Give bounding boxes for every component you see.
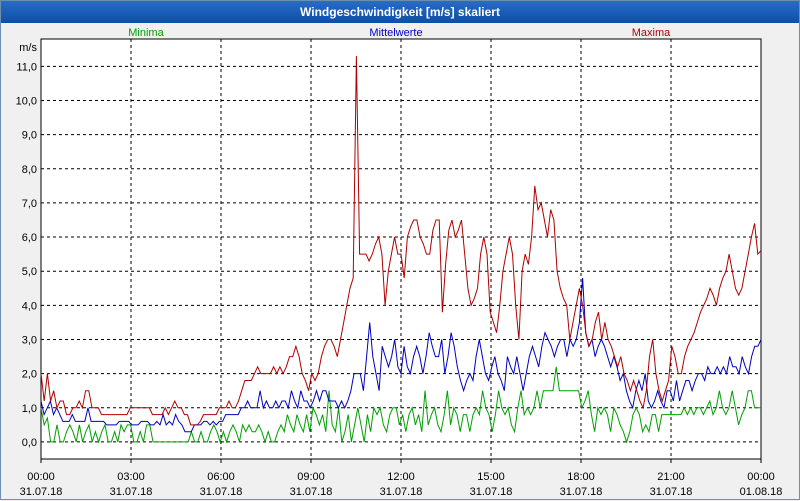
x-tick-date: 31.07.18 (380, 486, 423, 498)
x-tick-date: 31.07.18 (200, 486, 243, 498)
y-tick-label: 1,0 (22, 403, 37, 415)
y-tick-label: 10,0 (16, 95, 37, 107)
line-chart: 0,0 1,0 2,0 3,0 4,0 5,0 6,0 7,0 8,0 9,0 10,0 11,0 m/… (16, 27, 783, 498)
x-tick-date: 31.07.18 (110, 486, 153, 498)
y-unit-label: m/s (19, 42, 37, 54)
chart-window: Windgeschwindigkeit [m/s] skaliert 0,0 1,… (0, 0, 800, 500)
x-tick-time: 18:00 (567, 471, 595, 483)
x-tick-date: 31.07.18 (560, 486, 603, 498)
y-tick-label: 2,0 (22, 369, 37, 381)
y-tick-label: 3,0 (22, 334, 37, 346)
x-tick-date: 31.07.18 (20, 486, 63, 498)
legend-mittelwerte: Mittelwerte (369, 27, 422, 39)
x-tick-time: 15:00 (477, 471, 505, 483)
y-tick-label: 8,0 (22, 164, 37, 176)
y-tick-label: 7,0 (22, 198, 37, 210)
legend-minima: Minima (128, 27, 164, 39)
x-tick-time: 00:00 (27, 471, 55, 483)
y-tick-label: 0,0 (22, 437, 37, 449)
y-tick-label: 5,0 (22, 266, 37, 278)
x-tick-time: 00:00 (747, 471, 775, 483)
x-tick-time: 09:00 (297, 471, 325, 483)
x-tick-date: 31.07.18 (470, 486, 513, 498)
x-tick-time: 03:00 (117, 471, 145, 483)
x-tick-time: 06:00 (207, 471, 235, 483)
x-tick-date: 31.07.18 (650, 486, 693, 498)
y-tick-label: 6,0 (22, 232, 37, 244)
y-tick-label: 11,0 (16, 61, 37, 73)
x-tick-date: 31.07.18 (290, 486, 333, 498)
x-tick-date: 01.08.18 (740, 486, 783, 498)
y-tick-label: 4,0 (22, 300, 37, 312)
x-tick-time: 21:00 (657, 471, 685, 483)
y-tick-label: 9,0 (22, 130, 37, 142)
x-tick-time: 12:00 (387, 471, 415, 483)
legend-maxima: Maxima (632, 27, 671, 39)
